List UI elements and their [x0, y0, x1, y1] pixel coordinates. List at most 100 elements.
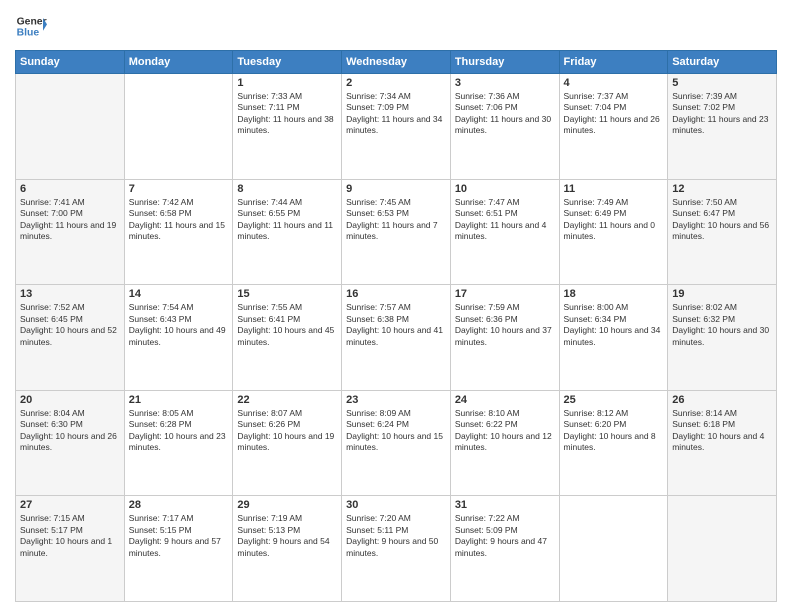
day-number: 7 — [129, 183, 229, 195]
day-number: 11 — [564, 183, 664, 195]
calendar-cell: 23 Sunrise: 8:09 AM Sunset: 6:24 PM Dayli… — [342, 390, 451, 496]
logo: General Blue — [15, 10, 47, 42]
day-number: 14 — [129, 288, 229, 300]
day-number: 6 — [20, 183, 120, 195]
day-number: 8 — [237, 183, 337, 195]
day-info: Sunrise: 7:45 AM Sunset: 6:53 PM Dayligh… — [346, 197, 446, 243]
day-info: Sunrise: 7:36 AM Sunset: 7:06 PM Dayligh… — [455, 91, 555, 137]
day-info: Sunrise: 7:39 AM Sunset: 7:02 PM Dayligh… — [672, 91, 772, 137]
svg-text:General: General — [17, 16, 47, 27]
day-number: 19 — [672, 288, 772, 300]
calendar-cell — [668, 496, 777, 602]
calendar-cell: 20 Sunrise: 8:04 AM Sunset: 6:30 PM Dayli… — [16, 390, 125, 496]
day-info: Sunrise: 7:42 AM Sunset: 6:58 PM Dayligh… — [129, 197, 229, 243]
day-info: Sunrise: 7:20 AM Sunset: 5:11 PM Dayligh… — [346, 513, 446, 559]
day-info: Sunrise: 7:19 AM Sunset: 5:13 PM Dayligh… — [237, 513, 337, 559]
day-number: 31 — [455, 499, 555, 511]
day-info: Sunrise: 7:17 AM Sunset: 5:15 PM Dayligh… — [129, 513, 229, 559]
svg-text:Blue: Blue — [17, 28, 40, 39]
day-info: Sunrise: 7:41 AM Sunset: 7:00 PM Dayligh… — [20, 197, 120, 243]
day-number: 17 — [455, 288, 555, 300]
day-number: 25 — [564, 394, 664, 406]
logo-icon: General Blue — [15, 10, 47, 42]
calendar-cell: 12 Sunrise: 7:50 AM Sunset: 6:47 PM Dayli… — [668, 179, 777, 285]
calendar-cell: 5 Sunrise: 7:39 AM Sunset: 7:02 PM Daylig… — [668, 74, 777, 180]
day-number: 15 — [237, 288, 337, 300]
day-number: 4 — [564, 77, 664, 89]
day-number: 30 — [346, 499, 446, 511]
calendar-cell: 30 Sunrise: 7:20 AM Sunset: 5:11 PM Dayli… — [342, 496, 451, 602]
calendar-header-tuesday: Tuesday — [233, 51, 342, 74]
calendar-cell: 19 Sunrise: 8:02 AM Sunset: 6:32 PM Dayli… — [668, 285, 777, 391]
calendar-cell: 6 Sunrise: 7:41 AM Sunset: 7:00 PM Daylig… — [16, 179, 125, 285]
day-number: 28 — [129, 499, 229, 511]
calendar-cell: 3 Sunrise: 7:36 AM Sunset: 7:06 PM Daylig… — [450, 74, 559, 180]
calendar-header-friday: Friday — [559, 51, 668, 74]
day-number: 13 — [20, 288, 120, 300]
calendar-cell: 4 Sunrise: 7:37 AM Sunset: 7:04 PM Daylig… — [559, 74, 668, 180]
day-number: 29 — [237, 499, 337, 511]
calendar-cell: 27Sunrise: 7:15 AM Sunset: 5:17 PM Dayli… — [16, 496, 125, 602]
calendar-cell: 9 Sunrise: 7:45 AM Sunset: 6:53 PM Daylig… — [342, 179, 451, 285]
day-info: Sunrise: 8:09 AM Sunset: 6:24 PM Dayligh… — [346, 408, 446, 454]
calendar-cell — [16, 74, 125, 180]
calendar-cell: 28 Sunrise: 7:17 AM Sunset: 5:15 PM Dayli… — [124, 496, 233, 602]
day-number: 2 — [346, 77, 446, 89]
day-number: 1 — [237, 77, 337, 89]
calendar-cell: 26Sunrise: 8:14 AM Sunset: 6:18 PM Dayli… — [668, 390, 777, 496]
day-info: Sunrise: 7:44 AM Sunset: 6:55 PM Dayligh… — [237, 197, 337, 243]
day-info: Sunrise: 8:10 AM Sunset: 6:22 PM Dayligh… — [455, 408, 555, 454]
calendar-cell: 22Sunrise: 8:07 AM Sunset: 6:26 PM Dayli… — [233, 390, 342, 496]
day-info: Sunrise: 7:57 AM Sunset: 6:38 PM Dayligh… — [346, 302, 446, 348]
calendar-cell — [559, 496, 668, 602]
calendar-week-1: 1Sunrise: 7:33 AM Sunset: 7:11 PM Daylig… — [16, 74, 777, 180]
calendar-header-thursday: Thursday — [450, 51, 559, 74]
day-number: 18 — [564, 288, 664, 300]
day-number: 21 — [129, 394, 229, 406]
calendar-header-wednesday: Wednesday — [342, 51, 451, 74]
day-number: 3 — [455, 77, 555, 89]
day-info: Sunrise: 7:37 AM Sunset: 7:04 PM Dayligh… — [564, 91, 664, 137]
calendar-cell: 8 Sunrise: 7:44 AM Sunset: 6:55 PM Daylig… — [233, 179, 342, 285]
day-number: 9 — [346, 183, 446, 195]
calendar-cell: 10 Sunrise: 7:47 AM Sunset: 6:51 PM Dayli… — [450, 179, 559, 285]
calendar-header-saturday: Saturday — [668, 51, 777, 74]
day-info: Sunrise: 8:05 AM Sunset: 6:28 PM Dayligh… — [129, 408, 229, 454]
day-info: Sunrise: 7:34 AM Sunset: 7:09 PM Dayligh… — [346, 91, 446, 137]
calendar-cell — [124, 74, 233, 180]
day-info: Sunrise: 7:54 AM Sunset: 6:43 PM Dayligh… — [129, 302, 229, 348]
calendar-cell: 17 Sunrise: 7:59 AM Sunset: 6:36 PM Dayli… — [450, 285, 559, 391]
day-info: Sunrise: 8:02 AM Sunset: 6:32 PM Dayligh… — [672, 302, 772, 348]
day-info: Sunrise: 7:49 AM Sunset: 6:49 PM Dayligh… — [564, 197, 664, 243]
day-info: Sunrise: 8:04 AM Sunset: 6:30 PM Dayligh… — [20, 408, 120, 454]
calendar: SundayMondayTuesdayWednesdayThursdayFrid… — [15, 50, 777, 602]
day-number: 5 — [672, 77, 772, 89]
day-number: 12 — [672, 183, 772, 195]
calendar-header-row: SundayMondayTuesdayWednesdayThursdayFrid… — [16, 51, 777, 74]
day-info: Sunrise: 7:52 AM Sunset: 6:45 PM Dayligh… — [20, 302, 120, 348]
calendar-cell: 18 Sunrise: 8:00 AM Sunset: 6:34 PM Dayli… — [559, 285, 668, 391]
calendar-cell: 14 Sunrise: 7:54 AM Sunset: 6:43 PM Dayli… — [124, 285, 233, 391]
calendar-cell: 24Sunrise: 8:10 AM Sunset: 6:22 PM Dayli… — [450, 390, 559, 496]
calendar-header-monday: Monday — [124, 51, 233, 74]
day-number: 10 — [455, 183, 555, 195]
day-info: Sunrise: 8:00 AM Sunset: 6:34 PM Dayligh… — [564, 302, 664, 348]
day-number: 23 — [346, 394, 446, 406]
calendar-header-sunday: Sunday — [16, 51, 125, 74]
calendar-cell: 7 Sunrise: 7:42 AM Sunset: 6:58 PM Daylig… — [124, 179, 233, 285]
day-number: 16 — [346, 288, 446, 300]
day-info: Sunrise: 7:59 AM Sunset: 6:36 PM Dayligh… — [455, 302, 555, 348]
day-info: Sunrise: 7:47 AM Sunset: 6:51 PM Dayligh… — [455, 197, 555, 243]
calendar-cell: 2 Sunrise: 7:34 AM Sunset: 7:09 PM Daylig… — [342, 74, 451, 180]
calendar-week-5: 27Sunrise: 7:15 AM Sunset: 5:17 PM Dayli… — [16, 496, 777, 602]
calendar-week-2: 6 Sunrise: 7:41 AM Sunset: 7:00 PM Daylig… — [16, 179, 777, 285]
day-number: 20 — [20, 394, 120, 406]
day-info: Sunrise: 7:15 AM Sunset: 5:17 PM Dayligh… — [20, 513, 120, 559]
calendar-week-4: 20 Sunrise: 8:04 AM Sunset: 6:30 PM Dayli… — [16, 390, 777, 496]
header: General Blue — [15, 10, 777, 42]
calendar-cell: 11 Sunrise: 7:49 AM Sunset: 6:49 PM Dayli… — [559, 179, 668, 285]
calendar-cell: 16 Sunrise: 7:57 AM Sunset: 6:38 PM Dayli… — [342, 285, 451, 391]
calendar-cell: 13 Sunrise: 7:52 AM Sunset: 6:45 PM Dayli… — [16, 285, 125, 391]
calendar-cell: 1Sunrise: 7:33 AM Sunset: 7:11 PM Daylig… — [233, 74, 342, 180]
day-info: Sunrise: 7:50 AM Sunset: 6:47 PM Dayligh… — [672, 197, 772, 243]
